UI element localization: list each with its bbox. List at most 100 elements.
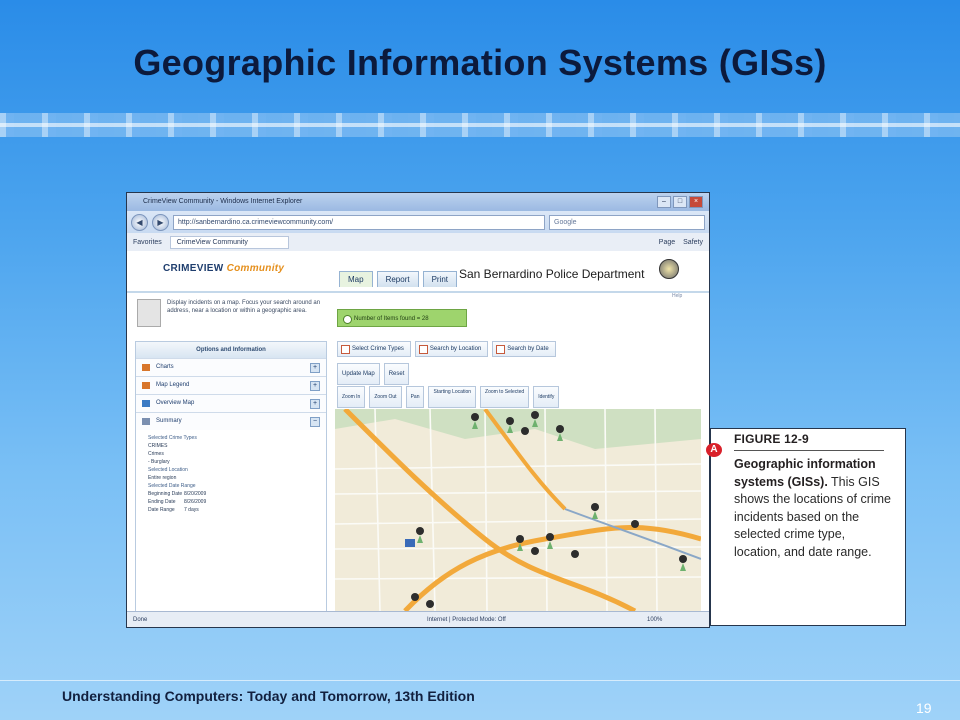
browser-screenshot: CrimeView Community - Windows Internet E… xyxy=(126,192,710,628)
crime-marker[interactable] xyxy=(411,593,419,601)
expand-icon[interactable]: + xyxy=(310,363,320,373)
browser-tab[interactable]: CrimeView Community xyxy=(169,235,289,249)
search-field[interactable]: Google xyxy=(549,214,705,230)
crime-marker[interactable] xyxy=(416,527,424,535)
favorites-button[interactable]: Favorites xyxy=(133,239,162,246)
browser-statusbar: Done Internet | Protected Mode: Off 100% xyxy=(127,611,709,627)
panel-row-label: Charts xyxy=(156,364,174,370)
forward-icon[interactable]: ▶ xyxy=(152,213,169,231)
expand-icon[interactable]: + xyxy=(310,381,320,391)
end-value: 8/26/2009 xyxy=(184,499,207,505)
starting-location-button[interactable]: Starting Location xyxy=(428,386,477,408)
search-by-location-button[interactable]: Search by Location xyxy=(414,341,489,357)
minimize-icon[interactable]: – xyxy=(657,196,671,208)
safety-menu[interactable]: Safety xyxy=(683,239,703,246)
map-tools: Zoom In Zoom Out Pan Starting Location Z… xyxy=(337,386,560,408)
slide: Geographic Information Systems (GISs) Cr… xyxy=(0,0,960,720)
panel-row-label: Overview Map xyxy=(156,400,195,406)
figure-marker-icon: A xyxy=(706,443,722,457)
crime-marker[interactable] xyxy=(631,520,639,528)
panel-row-label: Summary xyxy=(156,418,182,424)
map-canvas[interactable] xyxy=(335,409,701,611)
figure-rule xyxy=(734,450,884,451)
overview-map-icon xyxy=(142,400,150,407)
select-crime-types-button[interactable]: Select Crime Types xyxy=(337,341,411,357)
slide-title: Geographic Information Systems (GISs) xyxy=(133,42,827,83)
address-bar: ◀ ▶ http://sanbernardino.ca.crimeviewcom… xyxy=(127,211,709,233)
range-label: Date Range xyxy=(148,507,175,513)
legend-icon xyxy=(142,382,150,389)
url-field[interactable]: http://sanbernardino.ca.crimeviewcommuni… xyxy=(173,214,545,230)
pan-button[interactable]: Pan xyxy=(405,386,425,408)
begin-label: Beginning Date xyxy=(148,491,183,497)
expand-icon[interactable]: + xyxy=(310,399,320,409)
range-value: 7 days xyxy=(184,507,199,513)
panel-row-label: Map Legend xyxy=(156,382,190,388)
panel-row-legend[interactable]: Map Legend + xyxy=(136,376,326,394)
page-menu[interactable]: Page xyxy=(659,239,675,246)
summary-range-row: Date Range 7 days xyxy=(148,506,316,514)
summary-icon xyxy=(142,418,150,425)
reset-button[interactable]: Reset xyxy=(383,363,410,385)
zoom-to-selected-button[interactable]: Zoom to Selected xyxy=(480,386,530,408)
panel-row-charts[interactable]: Charts + xyxy=(136,358,326,376)
footer-divider xyxy=(0,680,960,681)
intro-block: Display incidents on a map. Focus your s… xyxy=(137,299,327,329)
window-titlebar: CrimeView Community - Windows Internet E… xyxy=(127,193,709,211)
crime-marker[interactable] xyxy=(516,535,524,543)
page-number: 19 xyxy=(916,700,932,716)
interstate-shield-icon xyxy=(405,539,415,547)
police-badge-icon xyxy=(659,259,679,279)
zoom-out-button[interactable]: Zoom Out xyxy=(369,386,402,408)
tab-report[interactable]: Report xyxy=(376,271,419,287)
panel-row-overview[interactable]: Overview Map + xyxy=(136,394,326,412)
figure-caption: Geographic information systems (GISs). T… xyxy=(734,456,894,561)
tab-print[interactable]: Print xyxy=(422,271,458,287)
crime-marker[interactable] xyxy=(426,600,434,608)
end-label: Ending Date xyxy=(148,499,176,505)
tab-map[interactable]: Map xyxy=(339,271,373,287)
identify-button[interactable]: Identify xyxy=(533,386,560,408)
search-by-date-button[interactable]: Search by Date xyxy=(492,341,556,357)
crime-marker[interactable] xyxy=(506,417,514,425)
crime-marker[interactable] xyxy=(546,533,554,541)
back-icon[interactable]: ◀ xyxy=(131,213,148,231)
chart-icon xyxy=(142,364,150,371)
crime-marker[interactable] xyxy=(531,547,539,555)
status-text: Done xyxy=(133,617,148,623)
panel-row-summary[interactable]: Summary − xyxy=(136,412,326,430)
summary-crime-types-head: Selected Crime Types xyxy=(148,435,197,441)
crime-map[interactable] xyxy=(335,409,701,611)
collapse-icon[interactable]: − xyxy=(310,417,320,427)
decorative-banner xyxy=(0,113,960,137)
summary-end-row: Ending Date 8/26/2009 xyxy=(148,498,316,506)
app-tabs: Map Report Print xyxy=(339,271,458,287)
incident-count-badge: Number of Items found = 28 xyxy=(337,309,467,327)
summary-date-head: Selected Date Range xyxy=(148,483,196,489)
help-link[interactable]: Help xyxy=(672,293,682,299)
favorites-bar: Favorites CrimeView Community Page Safet… xyxy=(127,233,709,252)
logo-main: CRIMEVIEW xyxy=(163,263,224,274)
window-controls: – □ × xyxy=(657,196,703,208)
crime-marker[interactable] xyxy=(679,555,687,563)
department-title: San Bernardino Police Department xyxy=(459,267,645,281)
options-panel: Options and Information Charts + Map Lege… xyxy=(135,341,327,613)
begin-value: 8/20/2009 xyxy=(184,491,207,497)
crimeview-logo: CRIMEVIEW Community xyxy=(163,263,284,274)
summary-crimes: CRIMES xyxy=(148,443,168,449)
close-icon[interactable]: × xyxy=(689,196,703,208)
crime-marker[interactable] xyxy=(591,503,599,511)
crimeview-page: CRIMEVIEW Community Map Report Print San… xyxy=(127,251,709,613)
crime-marker[interactable] xyxy=(521,427,529,435)
crime-marker[interactable] xyxy=(531,411,539,419)
window-title: CrimeView Community - Windows Internet E… xyxy=(143,198,303,205)
summary-crimes-sub: Crimes xyxy=(148,451,164,457)
update-map-button[interactable]: Update Map xyxy=(337,363,380,385)
maximize-icon[interactable]: □ xyxy=(673,196,687,208)
crime-marker[interactable] xyxy=(471,413,479,421)
crime-marker[interactable] xyxy=(571,550,579,558)
crime-marker[interactable] xyxy=(556,425,564,433)
zoom-level[interactable]: 100% xyxy=(647,612,662,627)
figure-label: FIGURE 12-9 xyxy=(734,432,809,446)
zoom-in-button[interactable]: Zoom In xyxy=(337,386,366,408)
